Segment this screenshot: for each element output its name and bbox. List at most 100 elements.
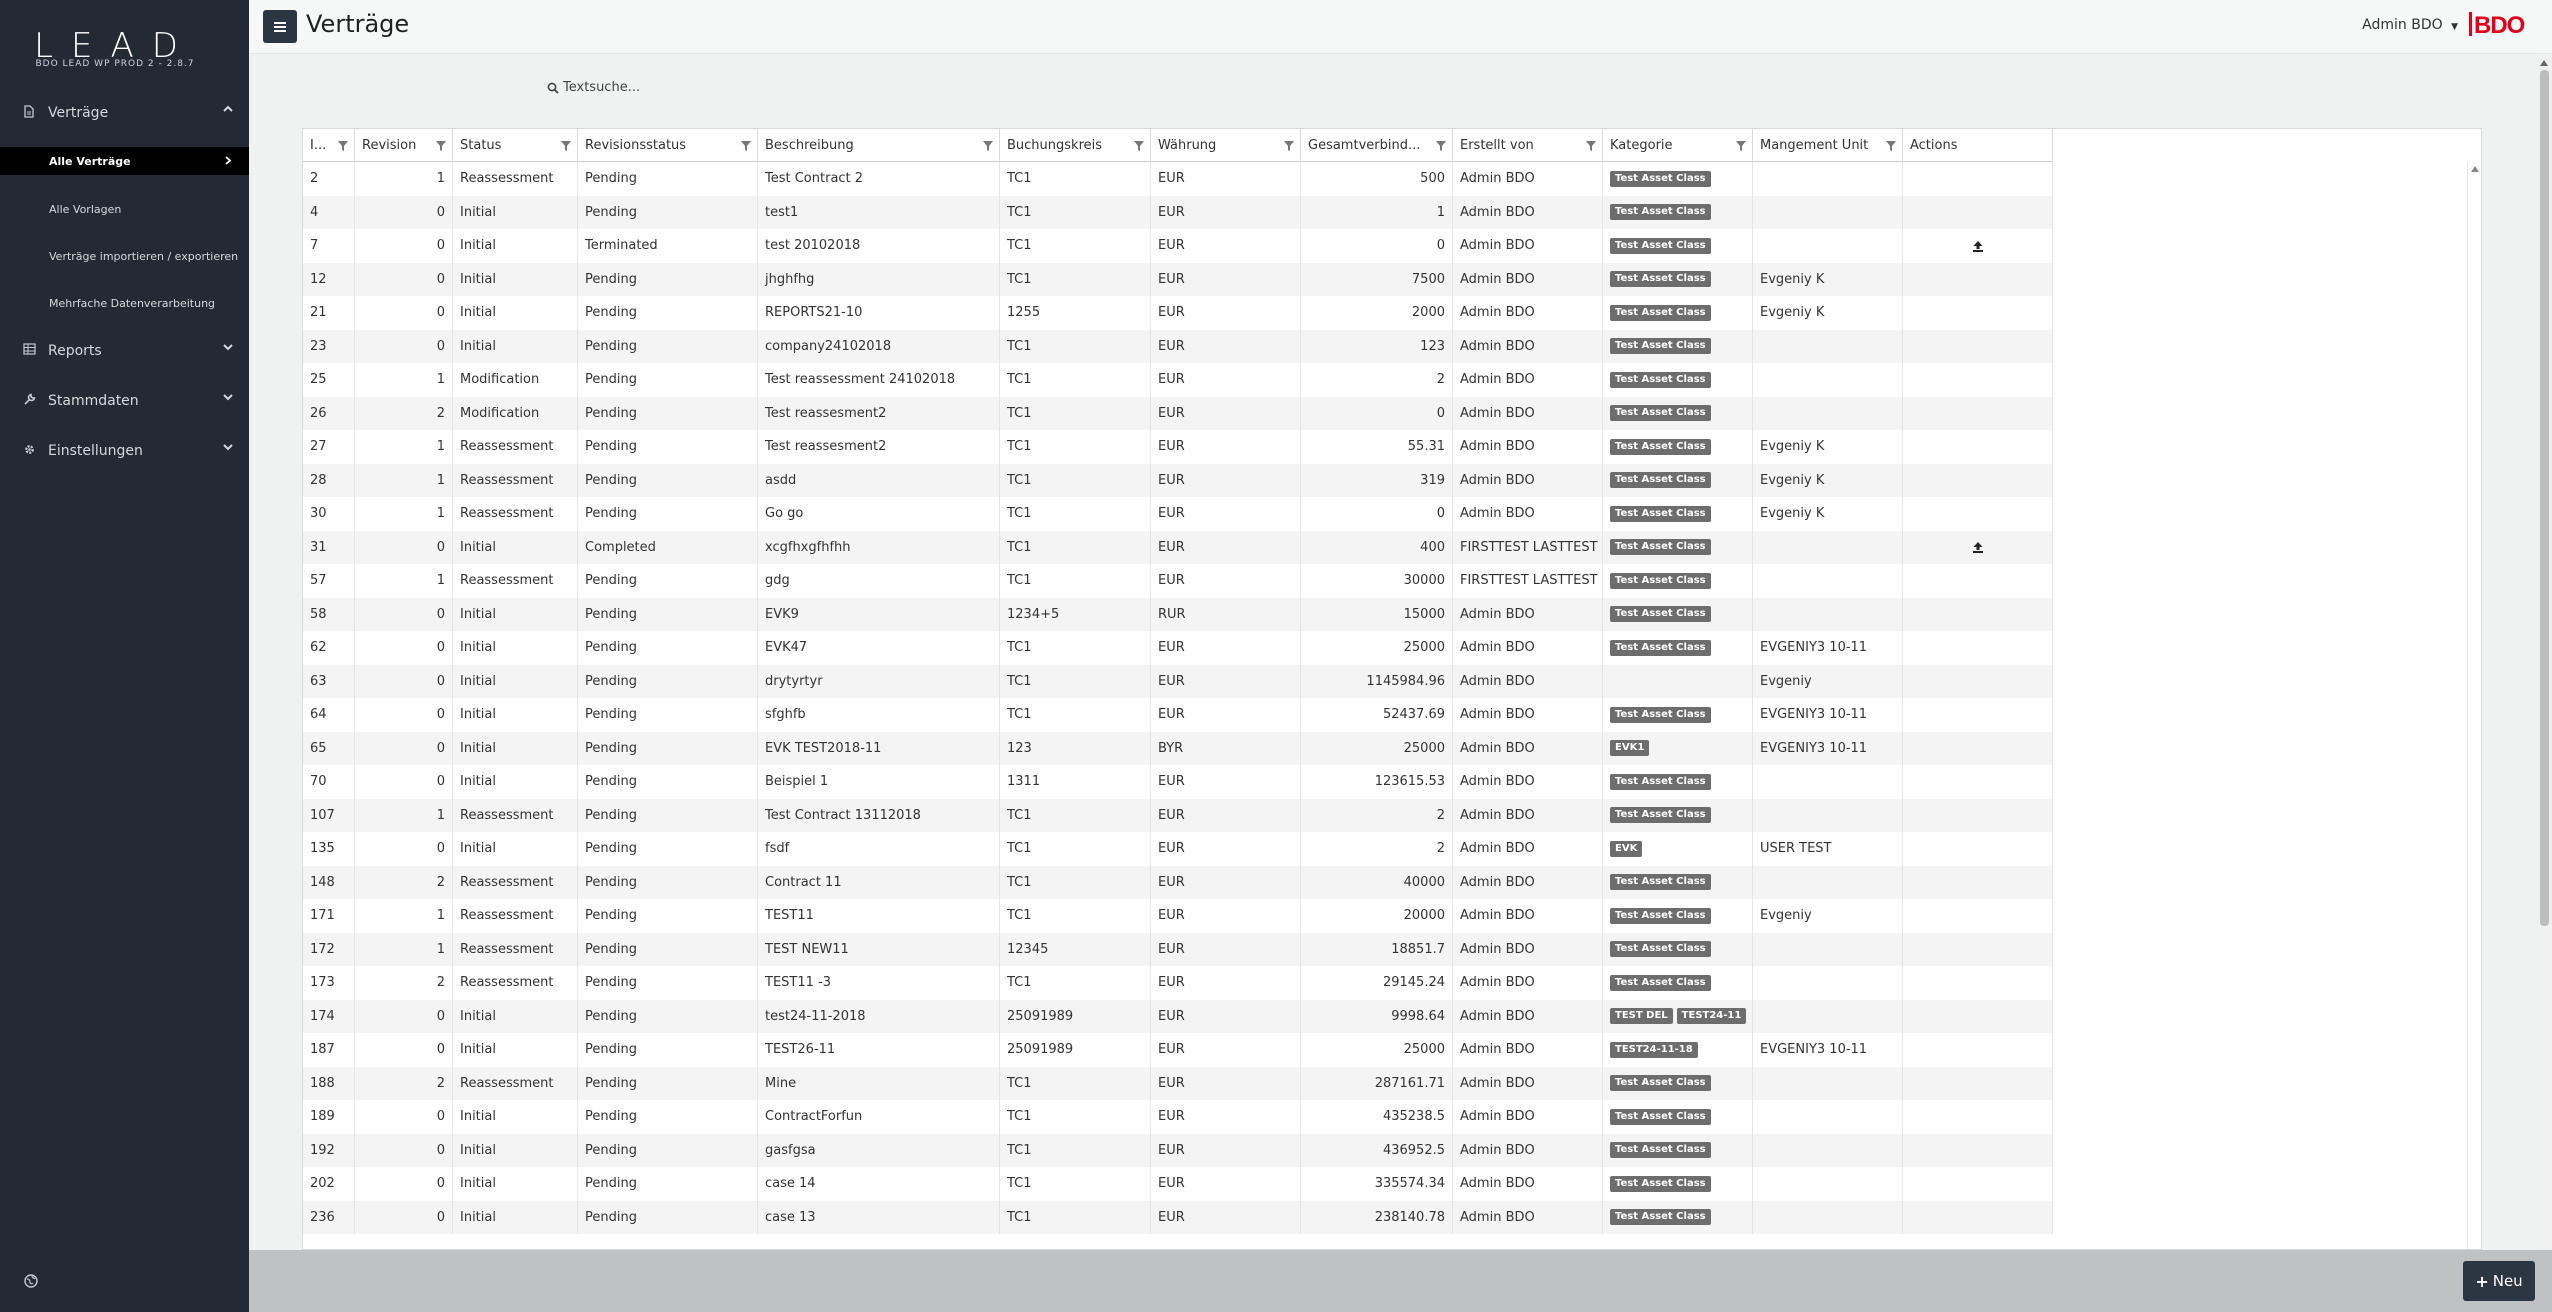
table-row[interactable]: 107 1 Reassessment Pending Test Contract 131…	[303, 798, 2053, 832]
sidebar-subitem-alle-vertraege[interactable]: Alle Verträge	[0, 147, 249, 175]
cell-status: Reassessment	[453, 899, 578, 933]
filter-icon[interactable]	[1586, 141, 1596, 151]
table-row[interactable]: 27 1 Reassessment Pending Test reassesment2 T…	[303, 430, 2053, 464]
category-badge: Test Asset Class	[1610, 639, 1711, 656]
upload-icon[interactable]	[1972, 541, 1984, 554]
table-row[interactable]: 58 0 Initial Pending EVK9 1234+5 RUR 15000 Admin…	[303, 597, 2053, 631]
globe-icon[interactable]	[24, 1274, 38, 1288]
cell-beschreibung: Test Contract 13112018	[758, 798, 1000, 832]
header-col-management-unit[interactable]: Mangement Unit	[1753, 129, 1903, 162]
cell-actions[interactable]	[1903, 229, 2053, 263]
filter-icon[interactable]	[741, 141, 751, 151]
header-col-erstellt-von[interactable]: Erstellt von	[1453, 129, 1603, 162]
scroll-up-icon[interactable]	[2540, 60, 2548, 66]
header-col-revision[interactable]: Revision	[355, 129, 453, 162]
table-row[interactable]: 12 0 Initial Pending jhghfhg TC1 EUR 7500 Admin …	[303, 262, 2053, 296]
header-col-kategorie[interactable]: Kategorie	[1603, 129, 1753, 162]
table-row[interactable]: 63 0 Initial Pending drytyrtyr TC1 EUR 1145984.…	[303, 664, 2053, 698]
table-row[interactable]: 173 2 Reassessment Pending TEST11 -3 TC1 EUR 29…	[303, 966, 2053, 1000]
table-row[interactable]: 148 2 Reassessment Pending Contract 11 TC1 EUR…	[303, 865, 2053, 899]
upload-icon[interactable]	[1972, 240, 1984, 252]
menu-toggle-button[interactable]	[263, 10, 297, 43]
header-col-actions[interactable]: Actions	[1903, 129, 2053, 162]
filter-icon[interactable]	[1134, 141, 1144, 151]
wrench-icon	[22, 393, 36, 410]
table-row[interactable]: 189 0 Initial Pending ContractForfun TC1 EUR 43…	[303, 1100, 2053, 1134]
table-row[interactable]: 135 0 Initial Pending fsdf TC1 EUR 2 Admin BDO EV…	[303, 832, 2053, 866]
cell-status: Reassessment	[453, 564, 578, 598]
new-contract-button[interactable]: + Neu	[2463, 1261, 2535, 1301]
scrollbar-thumb[interactable]	[2540, 70, 2549, 926]
cell-actions[interactable]	[1903, 530, 2053, 564]
table-row[interactable]: 21 0 Initial Pending REPORTS21-10 1255 EUR 2000…	[303, 296, 2053, 330]
cell-buchungskreis: TC1	[1000, 463, 1151, 497]
cell-management-unit: Evgeniy K	[1753, 463, 1903, 497]
plus-icon: +	[2475, 1271, 2489, 1291]
filter-icon[interactable]	[983, 141, 993, 151]
filter-icon[interactable]	[436, 141, 446, 151]
cell-waehrung: EUR	[1151, 229, 1301, 263]
cell-kategorie: TEST DEL TEST24-11	[1603, 999, 1753, 1033]
header-col-waehrung[interactable]: Währung	[1151, 129, 1301, 162]
grid-scrollbar[interactable]	[2467, 162, 2481, 1249]
header-col-status[interactable]: Status	[453, 129, 578, 162]
table-row[interactable]: 62 0 Initial Pending EVK47 TC1 EUR 25000 Admin B…	[303, 631, 2053, 665]
filter-icon[interactable]	[561, 141, 571, 151]
table-row[interactable]: 171 1 Reassessment Pending TEST11 TC1 EUR 20000…	[303, 899, 2053, 933]
sidebar-subitem-datenverarbeitung[interactable]: Mehrfache Datenverarbeitung	[0, 289, 249, 317]
sidebar-item-einstellungen[interactable]: Einstellungen	[0, 434, 249, 468]
sidebar-item-reports[interactable]: Reports	[0, 334, 249, 368]
header-col-revisionsstatus[interactable]: Revisionsstatus	[578, 129, 758, 162]
filter-icon[interactable]	[1886, 141, 1896, 151]
table-row[interactable]: 174 0 Initial Pending test24-11-2018 25091989…	[303, 999, 2053, 1033]
table-row[interactable]: 192 0 Initial Pending gasfgsa TC1 EUR 436952.5 A…	[303, 1133, 2053, 1167]
table-row[interactable]: 65 0 Initial Pending EVK TEST2018-11 123 BYR 25…	[303, 731, 2053, 765]
cell-revision: 1	[355, 463, 453, 497]
table-row[interactable]: 31 0 Initial Completed xcgfhxgfhfhh TC1 EUR 400…	[303, 530, 2053, 564]
table-row[interactable]: 187 0 Initial Pending TEST26-11 25091989 EUR 25…	[303, 1033, 2053, 1067]
header-col-gesamtverbindlichkeit[interactable]: Gesamtverbind...	[1301, 129, 1453, 162]
table-row[interactable]: 7 0 Initial Terminated test 20102018 TC1 EUR 0 A…	[303, 229, 2053, 263]
scroll-up-icon[interactable]	[2471, 166, 2479, 172]
table-row[interactable]: 26 2 Modification Pending Test reassesment2 T…	[303, 396, 2053, 430]
header-col-beschreibung[interactable]: Beschreibung	[758, 129, 1000, 162]
cell-waehrung: EUR	[1151, 530, 1301, 564]
table-row[interactable]: 28 1 Reassessment Pending asdd TC1 EUR 319 Admin…	[303, 463, 2053, 497]
cell-status: Reassessment	[453, 497, 578, 531]
filter-icon[interactable]	[1436, 141, 1446, 151]
header-col-buchungskreis[interactable]: Buchungskreis	[1000, 129, 1151, 162]
table-row[interactable]: 172 1 Reassessment Pending TEST NEW11 12345 EU…	[303, 932, 2053, 966]
table-row[interactable]: 4 0 Initial Pending test1 TC1 EUR 1 Admin BDO Tes…	[303, 195, 2053, 229]
cell-actions	[1903, 1200, 2053, 1234]
sidebar-subitem-import-export[interactable]: Verträge importieren / exportieren	[0, 242, 249, 270]
table-row[interactable]: 2 1 Reassessment Pending Test Contract 2 TC1 E…	[303, 162, 2053, 196]
table-row[interactable]: 188 2 Reassessment Pending Mine TC1 EUR 287161.…	[303, 1066, 2053, 1100]
cell-gesamtverbindlichkeit: 238140.78	[1301, 1200, 1453, 1234]
cell-waehrung: EUR	[1151, 798, 1301, 832]
table-row[interactable]: 202 0 Initial Pending case 14 TC1 EUR 335574.34…	[303, 1167, 2053, 1201]
cell-buchungskreis: TC1	[1000, 497, 1151, 531]
page-title: Verträge	[306, 10, 410, 38]
table-row[interactable]: 64 0 Initial Pending sfghfb TC1 EUR 52437.69 Adm…	[303, 698, 2053, 732]
table-row[interactable]: 23 0 Initial Pending company24102018 TC1 EUR 12…	[303, 329, 2053, 363]
caret-down-icon: ▼	[2451, 22, 2458, 32]
page-scrollbar[interactable]	[2537, 54, 2552, 1250]
user-menu[interactable]: Admin BDO ▼	[2362, 17, 2458, 33]
table-row[interactable]: 25 1 Modification Pending Test reassessment …	[303, 363, 2053, 397]
category-badge: Test Asset Class	[1610, 505, 1711, 522]
cell-waehrung: EUR	[1151, 497, 1301, 531]
filter-icon[interactable]	[1284, 141, 1294, 151]
cell-erstellt-von: Admin BDO	[1453, 999, 1603, 1033]
filter-icon[interactable]	[338, 141, 348, 151]
sidebar-item-vertraege[interactable]: Verträge	[0, 96, 249, 130]
filter-icon[interactable]	[1736, 141, 1746, 151]
sidebar-item-stammdaten[interactable]: Stammdaten	[0, 384, 249, 418]
sidebar-subitem-alle-vorlagen[interactable]: Alle Vorlagen	[0, 195, 249, 223]
table-row[interactable]: 70 0 Initial Pending Beispiel 1 1311 EUR 123615…	[303, 765, 2053, 799]
search-box[interactable]: Textsuche...	[547, 80, 640, 95]
table-row[interactable]: 236 0 Initial Pending case 13 TC1 EUR 238140.78…	[303, 1200, 2053, 1234]
table-row[interactable]: 30 1 Reassessment Pending Go go TC1 EUR 0 Admin …	[303, 497, 2053, 531]
table-row[interactable]: 57 1 Reassessment Pending gdg TC1 EUR 30000 FIRS…	[303, 564, 2053, 598]
header-col-id[interactable]: I...	[303, 129, 355, 162]
cell-actions	[1903, 765, 2053, 799]
